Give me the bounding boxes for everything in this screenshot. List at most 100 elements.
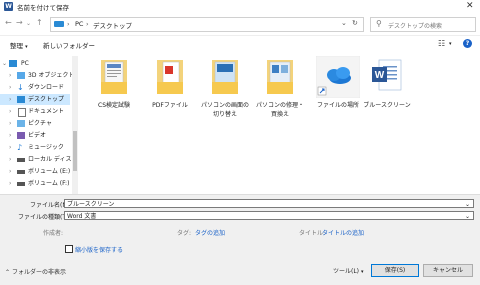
nav-label: ダウンロード (28, 84, 65, 91)
title-bar (0, 0, 480, 14)
document-icon (18, 108, 26, 117)
file-item[interactable]: パソコンの画面の切り替え (200, 56, 250, 118)
back-arrow-icon[interactable]: ← (5, 18, 12, 27)
help-icon[interactable]: ? (463, 39, 472, 48)
nav-label: ボリューム (E:) (28, 168, 71, 175)
nav-label: ローカル ディスク (C:) (28, 156, 72, 163)
chevron-down-icon: ⌄ (2, 60, 8, 67)
nav-label: ボリューム (F:) (28, 180, 70, 187)
nav-scrollbar[interactable] (72, 56, 78, 194)
file-name: PDFファイル (152, 102, 188, 109)
word-app-icon: W (4, 2, 13, 11)
breadcrumb-pc[interactable]: PC (75, 20, 83, 28)
file-item[interactable]: パソコンの修理・買換え (255, 56, 305, 118)
desktop-icon (17, 96, 25, 103)
chevron-right-icon: › (9, 108, 12, 115)
drive-icon (17, 170, 25, 174)
video-icon (17, 132, 25, 139)
refresh-icon[interactable]: ↻ (352, 19, 358, 27)
nav-item-local-disk-c[interactable]: › ローカル ディスク (C:) (0, 154, 72, 165)
cube-icon (17, 72, 25, 79)
up-arrow-icon[interactable]: ↑ (36, 18, 43, 27)
folder-icon (212, 60, 238, 94)
file-name: ファイルの場所 (316, 102, 359, 109)
drive-icon (17, 182, 25, 186)
address-dropdown-chevron-icon[interactable]: ⌄ (341, 19, 347, 27)
chevron-down-icon: ▾ (25, 44, 28, 50)
file-item[interactable]: CS検定試験 (89, 56, 139, 109)
file-item[interactable]: PDFファイル (145, 56, 195, 109)
nav-item-music[interactable]: › ♪ ミュージック (0, 142, 70, 153)
file-name: ブルースクリーン (363, 102, 411, 109)
tags-input[interactable]: タグの追加 (195, 228, 225, 237)
file-name: パソコンの画面の切り替え (200, 102, 249, 118)
chevron-right-icon: › (9, 120, 12, 127)
navigation-pane: ⌄ PC › 3D オブジェクト › ↓ ダウンロード › デスクトップ › ド… (0, 56, 73, 194)
search-placeholder: デスクトップの検索 (388, 23, 443, 30)
folder-icon (101, 60, 127, 94)
folder-icon (267, 60, 293, 94)
pc-icon (9, 60, 17, 67)
chevron-right-icon: › (9, 132, 12, 139)
folder-icon (157, 60, 183, 94)
title-input[interactable]: タイトルの追加 (322, 228, 364, 237)
tools-button[interactable]: ツール(L) ▾ (333, 266, 363, 275)
filetype-label: ファイルの種類(T): (18, 214, 71, 221)
onedrive-shortcut-icon (315, 55, 361, 99)
breadcrumb-separator-icon: › (67, 20, 70, 28)
cancel-button[interactable]: キャンセル (423, 264, 473, 277)
music-icon: ♪ (17, 143, 23, 152)
save-button[interactable]: 保存(S) (371, 264, 419, 277)
filename-input[interactable]: ブルースクリーン ⌄ (64, 199, 474, 208)
nav-item-desktop[interactable]: › デスクトップ (0, 94, 70, 105)
new-folder-button[interactable]: 新しいフォルダー (43, 40, 95, 50)
chevron-down-icon[interactable]: ⌄ (465, 212, 470, 221)
chevron-down-icon[interactable]: ⌄ (465, 200, 470, 209)
file-item[interactable]: ファイルの場所 (313, 55, 363, 109)
forward-arrow-icon[interactable]: → (16, 18, 23, 27)
word-document-icon: W (372, 59, 402, 91)
nav-item-volume-f[interactable]: › ボリューム (F:) (0, 178, 70, 189)
thumbnail-label[interactable]: 縮小版を保存する (75, 245, 123, 254)
nav-item-3d-objects[interactable]: › 3D オブジェクト (0, 70, 73, 81)
chevron-right-icon: › (9, 72, 12, 79)
organize-button[interactable]: 整理 ▾ (10, 40, 28, 50)
recent-locations-chevron-icon[interactable]: ⌄ (26, 20, 31, 27)
chevron-down-icon[interactable]: ▾ (449, 41, 452, 47)
search-input[interactable]: ⚲ デスクトップの検索 (370, 17, 476, 32)
chevron-up-icon: ⌃ (5, 269, 11, 276)
nav-item-volume-e[interactable]: › ボリューム (E:) (0, 166, 70, 177)
nav-label: デスクトップ (28, 96, 65, 103)
svg-text:W: W (375, 70, 385, 81)
view-options-icon[interactable]: ☷ (438, 39, 445, 48)
filetype-value: Word 文書 (67, 213, 97, 220)
nav-label: 3D オブジェクト (28, 72, 73, 79)
nav-scrollbar-thumb[interactable] (73, 131, 77, 171)
disk-icon (17, 158, 25, 162)
hide-folders-button[interactable]: ⌃ フォルダーの非表示 (5, 267, 66, 276)
hide-folders-label: フォルダーの非表示 (11, 269, 66, 276)
chevron-down-icon: ▾ (360, 269, 364, 275)
chevron-right-icon: › (9, 156, 12, 163)
address-bar[interactable]: › PC › デスクトップ ⌄ ↻ (50, 17, 364, 32)
pc-icon (54, 21, 64, 27)
nav-label: ビデオ (28, 132, 47, 139)
nav-item-pc[interactable]: ⌄ PC (0, 58, 70, 69)
nav-item-downloads[interactable]: › ↓ ダウンロード (0, 82, 70, 93)
filetype-select[interactable]: Word 文書 ⌄ (64, 211, 474, 220)
nav-item-videos[interactable]: › ビデオ (0, 130, 70, 141)
close-icon[interactable]: ✕ (466, 1, 474, 11)
window-title: 名前を付けて保存 (17, 4, 69, 12)
nav-item-pictures[interactable]: › ピクチャ (0, 118, 70, 129)
chevron-right-icon: › (9, 168, 12, 175)
picture-icon (17, 120, 25, 127)
chevron-right-icon: › (9, 84, 12, 91)
breadcrumb-separator-icon: › (86, 20, 89, 28)
breadcrumb-desktop[interactable]: デスクトップ (93, 20, 132, 30)
tools-label: ツール(L) (333, 268, 360, 275)
file-item[interactable]: W ブルースクリーン (362, 56, 412, 109)
nav-item-documents[interactable]: › ドキュメント (0, 106, 70, 117)
tags-label: タグ: (177, 230, 192, 237)
thumbnail-checkbox[interactable] (65, 245, 73, 253)
organize-label: 整理 (10, 42, 23, 50)
